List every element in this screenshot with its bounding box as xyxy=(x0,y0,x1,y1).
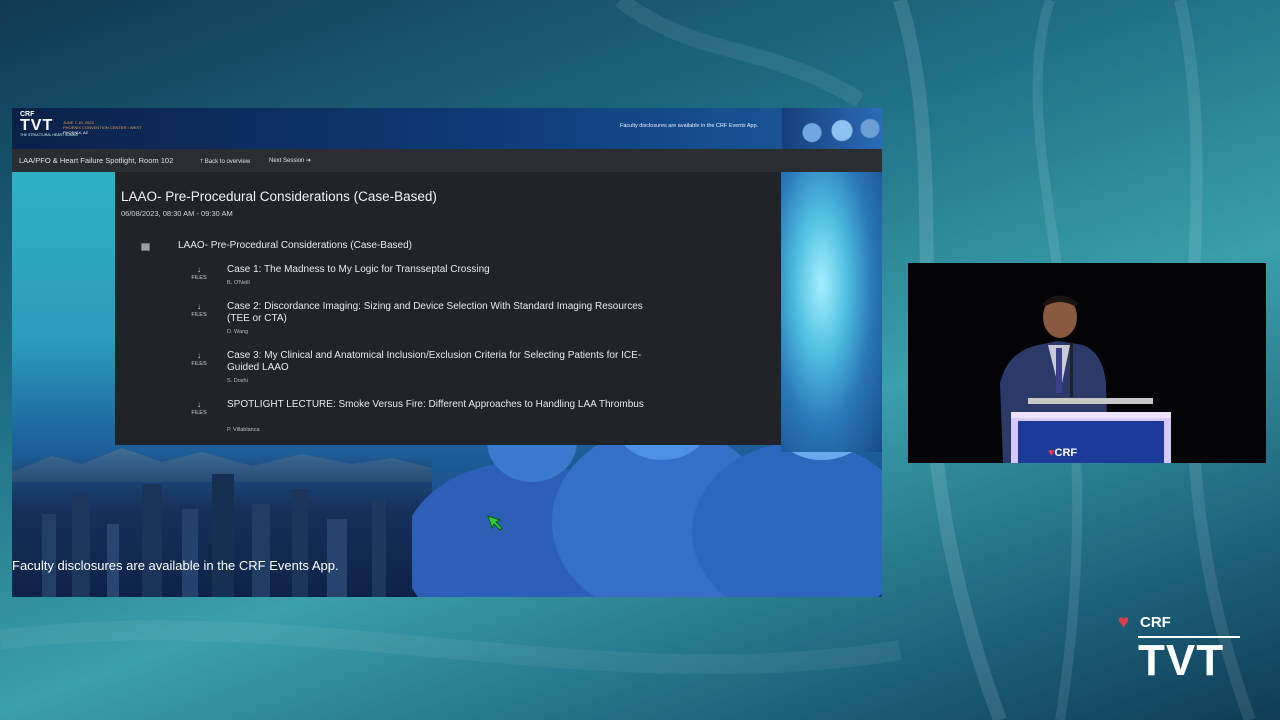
back-to-overview-label: Back to overview xyxy=(204,159,251,165)
header-surgeons-image xyxy=(782,108,882,149)
decorative-light-image xyxy=(781,172,882,452)
session-time: 06/08/2023, 08:30 AM - 09:30 AM xyxy=(121,209,233,218)
podium-crf-logo: ♥CRF xyxy=(1048,447,1077,459)
session-title: LAAO- Pre-Procedural Considerations (Cas… xyxy=(121,189,437,204)
talk-title[interactable]: Case 2: Discordance Imaging: Sizing and … xyxy=(227,301,667,325)
back-to-overview-link[interactable]: 🡑 Back to overview xyxy=(200,157,250,167)
talk-title[interactable]: Case 1: The Madness to My Logic for Tran… xyxy=(227,264,667,276)
presenter-image xyxy=(908,263,1266,463)
files-download-button[interactable]: ↓ FILES xyxy=(185,266,213,282)
presentation-slide: CRF TVT THE STRUCTURAL HEART SUMMIT JUNE… xyxy=(12,108,882,597)
files-download-button[interactable]: ↓ FILES xyxy=(185,401,213,417)
event-city: PHOENIX, AZ xyxy=(63,130,89,135)
files-label: FILES xyxy=(191,275,207,281)
next-session-label: Next Session xyxy=(269,158,305,164)
files-label: FILES xyxy=(191,361,207,367)
heart-icon: ♥ xyxy=(1118,612,1130,633)
session-navbar: LAA/PFO & Heart Failure Spotlight, Room … xyxy=(12,149,882,172)
subsession-title: LAAO- Pre-Procedural Considerations (Cas… xyxy=(178,240,412,251)
next-session-link[interactable]: Next Session ➜ xyxy=(269,157,311,164)
podium-logo-text: CRF xyxy=(1054,447,1078,459)
talk-speaker: S. Doshi xyxy=(227,378,248,384)
talk-speaker: D. Wang xyxy=(227,329,249,335)
mouse-cursor-icon xyxy=(487,515,503,531)
talk-title[interactable]: SPOTLIGHT LECTURE: Smoke Versus Fire: Di… xyxy=(227,399,667,411)
arrow-right-icon: ➜ xyxy=(306,158,312,164)
talk-title[interactable]: Case 3: My Clinical and Anatomical Inclu… xyxy=(227,350,667,374)
collapse-square-icon[interactable] xyxy=(141,243,150,251)
files-label: FILES xyxy=(191,410,207,416)
session-detail-panel: LAAO- Pre-Procedural Considerations (Cas… xyxy=(115,172,781,445)
download-arrow-icon: ↓ xyxy=(197,351,201,360)
arrow-up-icon: 🡑 xyxy=(200,159,204,165)
disclosure-caption: Faculty disclosures are available in the… xyxy=(12,558,339,573)
download-arrow-icon: ↓ xyxy=(197,400,201,409)
presenter-video: ♥CRF xyxy=(908,263,1266,463)
room-label: LAA/PFO & Heart Failure Spotlight, Room … xyxy=(19,156,174,165)
brand-crf-text: CRF xyxy=(1140,614,1171,631)
talk-speaker: P. Villablanca xyxy=(227,427,260,433)
slide-header-banner: CRF TVT THE STRUCTURAL HEART SUMMIT JUNE… xyxy=(12,108,882,149)
talk-speaker: B. O'Neill xyxy=(227,280,250,286)
files-download-button[interactable]: ↓ FILES xyxy=(185,352,213,368)
files-label: FILES xyxy=(191,312,207,318)
city-skyline-image xyxy=(12,454,432,597)
files-download-button[interactable]: ↓ FILES xyxy=(185,303,213,319)
brand-tvt-text: TVT xyxy=(1138,636,1225,685)
download-arrow-icon: ↓ xyxy=(197,302,201,311)
header-disclosure-text: Faculty disclosures are available in the… xyxy=(620,123,759,129)
event-info: JUNE 7-10, 2023 PHOENIX CONVENTION CENTE… xyxy=(63,120,142,135)
download-arrow-icon: ↓ xyxy=(197,265,201,274)
